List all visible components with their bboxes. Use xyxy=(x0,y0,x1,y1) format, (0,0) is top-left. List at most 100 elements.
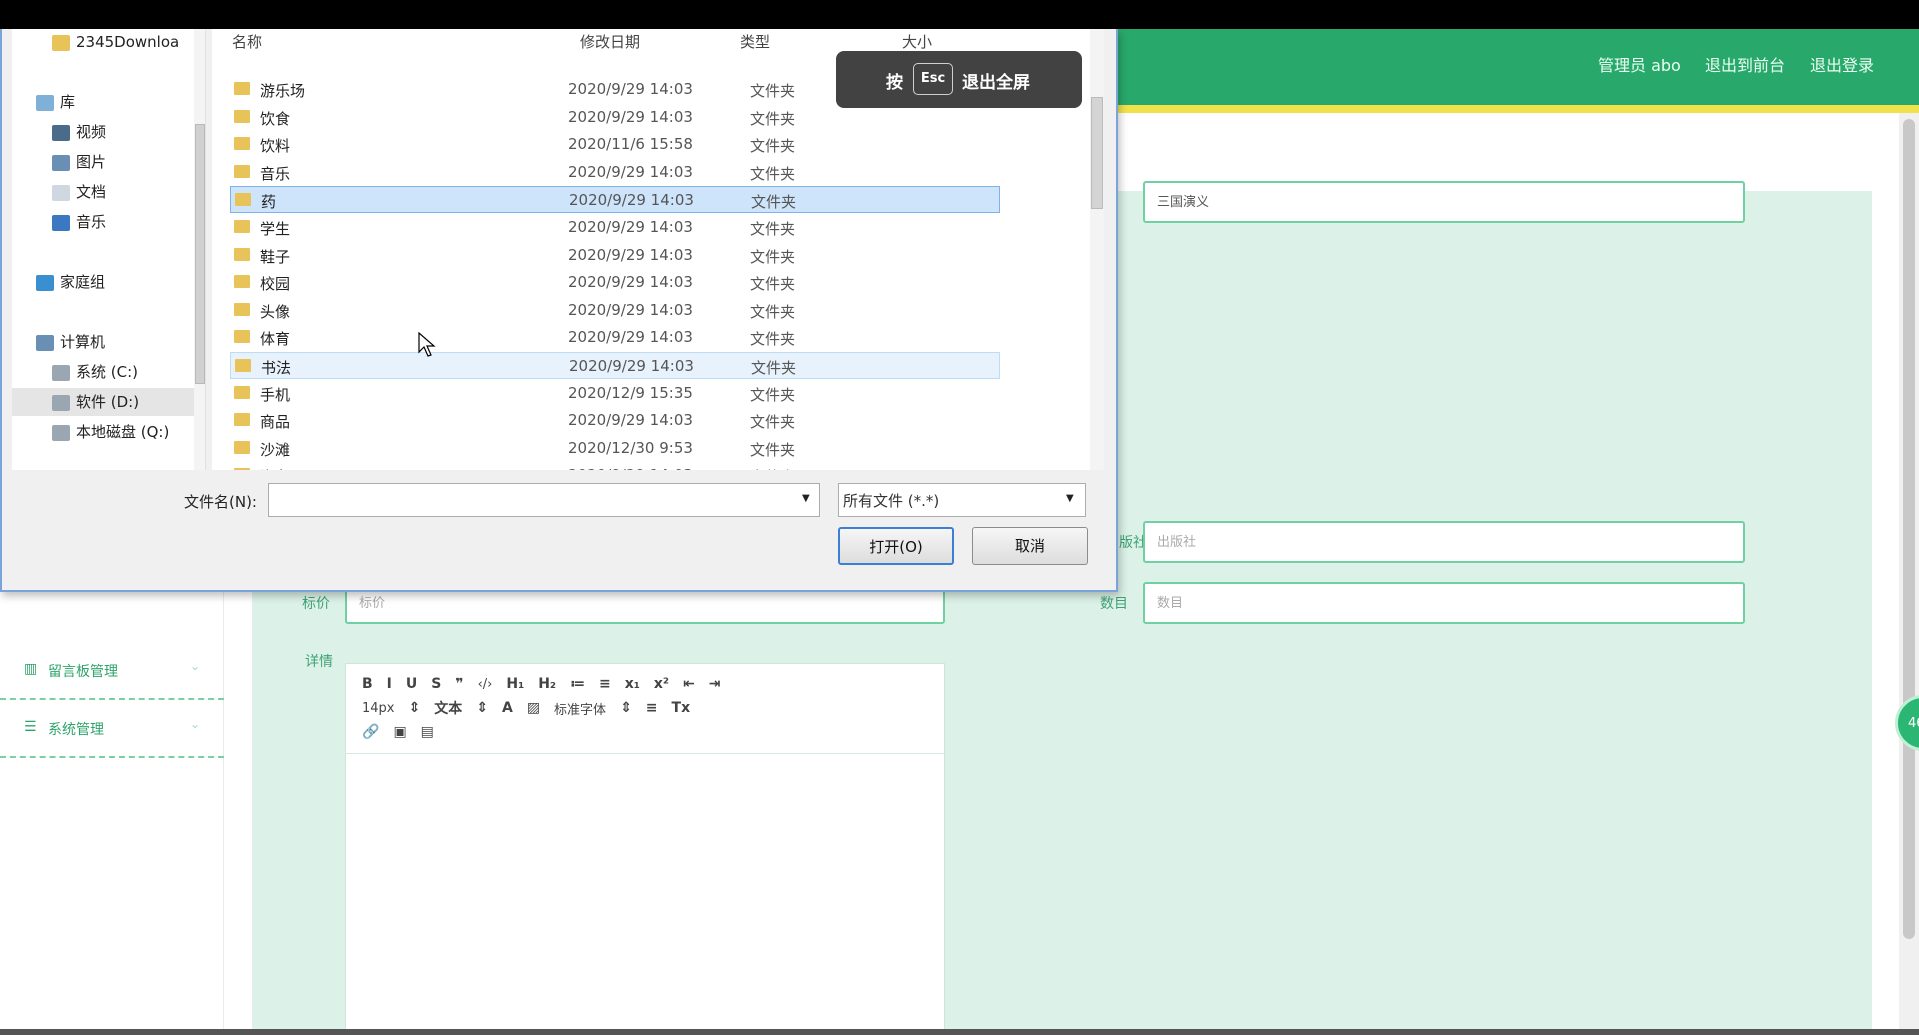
font-color-button[interactable]: A xyxy=(502,700,513,716)
image-icon[interactable]: ▣ xyxy=(393,724,406,740)
file-row[interactable]: 头像 2020/9/29 14:03 文件夹 xyxy=(230,297,1000,324)
link-icon[interactable]: 🔗 xyxy=(362,724,379,740)
file-row[interactable]: 校园 2020/9/29 14:03 文件夹 xyxy=(230,269,1000,296)
publisher-input[interactable]: 出版社 xyxy=(1143,521,1745,563)
strike-button[interactable]: S xyxy=(431,676,441,692)
align-button[interactable]: ≡ xyxy=(646,700,658,716)
filename-label: 文件名(N): xyxy=(184,493,257,511)
nav-item-label: 库 xyxy=(60,93,76,111)
page-scrollbar[interactable] xyxy=(1899,113,1919,1029)
file-row[interactable]: 体育 2020/9/29 14:03 文件夹 xyxy=(230,324,1000,351)
chevron-down-icon: ⌄ xyxy=(190,659,201,673)
file-type: 文件夹 xyxy=(750,275,796,294)
editor-toolbar-row: 🔗 ▣ ▤ xyxy=(362,720,928,744)
dropdown-arrow-icon[interactable]: ▼ xyxy=(1066,493,1074,504)
file-date: 2020/9/29 14:03 xyxy=(568,300,693,319)
file-date: 2020/11/6 15:58 xyxy=(568,135,693,154)
font-family-arrow-icon[interactable]: ⇕ xyxy=(620,700,632,716)
h2-button[interactable]: H₂ xyxy=(538,676,556,692)
column-header-size[interactable]: 大小 xyxy=(902,31,932,52)
nav-item[interactable]: 视频 xyxy=(12,118,194,146)
file-name: 头像 xyxy=(260,302,291,321)
file-type: 文件夹 xyxy=(750,220,796,238)
file-row[interactable]: 学生 2020/9/29 14:03 文件夹 xyxy=(230,214,1000,241)
admin-user-link[interactable]: 管理员 abo xyxy=(1598,52,1681,76)
logout-link[interactable]: 退出登录 xyxy=(1810,52,1874,76)
file-row[interactable]: 商品 2020/9/29 14:03 文件夹 xyxy=(230,407,1000,434)
file-row[interactable]: 手机 2020/12/9 15:35 文件夹 xyxy=(230,380,1000,407)
file-row[interactable]: 药 2020/9/29 14:03 文件夹 xyxy=(230,186,1000,214)
nav-item[interactable]: 软件 (D:) xyxy=(12,388,194,416)
document-icon xyxy=(52,184,70,201)
nav-item[interactable]: 家庭组 xyxy=(12,268,194,296)
column-header-type[interactable]: 类型 xyxy=(740,31,770,52)
underline-button[interactable]: U xyxy=(406,676,417,692)
file-list-scrollbar[interactable] xyxy=(1090,29,1104,470)
nav-item[interactable]: 音乐 xyxy=(12,208,194,236)
folder-icon xyxy=(234,302,250,316)
outdent-button[interactable]: ⇤ xyxy=(683,676,695,692)
nav-item[interactable]: 库 xyxy=(12,88,194,116)
nav-item[interactable]: 本地磁盘 (Q:) xyxy=(12,418,194,446)
text-style-arrow-icon[interactable]: ⇕ xyxy=(476,700,488,716)
sidebar-item-label: 留言板管理 xyxy=(48,664,118,680)
editor-body[interactable] xyxy=(346,756,944,1029)
file-list-scrollbar-thumb[interactable] xyxy=(1091,97,1103,209)
bold-button[interactable]: B xyxy=(362,676,373,692)
dropdown-arrow-icon[interactable]: ▼ xyxy=(802,493,810,504)
file-type: 文件夹 xyxy=(751,193,797,212)
ordered-list-button[interactable]: ≔ xyxy=(570,676,585,692)
nav-item[interactable]: 文档 xyxy=(12,178,194,206)
nav-pane-scrollbar-thumb[interactable] xyxy=(195,124,205,384)
nav-item-label: 软件 (D:) xyxy=(76,393,140,411)
font-family-select[interactable]: 标准字体 xyxy=(554,699,606,718)
nav-pane-scrollbar[interactable] xyxy=(194,29,205,470)
bullet-list-button[interactable]: ≡ xyxy=(599,676,611,692)
nav-item-label: 系统 (C:) xyxy=(76,363,138,381)
homegroup-icon xyxy=(36,274,54,291)
nav-item-label: 本地磁盘 (Q:) xyxy=(76,423,170,441)
folder-icon xyxy=(234,82,250,95)
h1-button[interactable]: H₁ xyxy=(506,676,524,692)
file-name: 书法 xyxy=(261,359,292,377)
font-size-select[interactable]: 14px xyxy=(362,701,395,716)
text-style-select[interactable]: 文本 xyxy=(434,698,462,718)
file-row[interactable]: 音乐 2020/9/29 14:03 文件夹 xyxy=(230,159,1000,186)
nav-item[interactable]: 计算机 xyxy=(12,328,194,356)
filetype-select[interactable]: 所有文件 (*.*) ▼ xyxy=(838,483,1086,517)
filename-input[interactable]: ▼ xyxy=(268,483,820,517)
file-date: 2020/9/29 14:03 xyxy=(568,107,693,126)
subscript-button[interactable]: x₁ xyxy=(625,676,640,692)
quote-button[interactable]: ❞ xyxy=(455,676,463,692)
sidebar-item-message-board[interactable]: ▥ 留言板管理 ⌄ xyxy=(0,642,224,700)
video-icon[interactable]: ▤ xyxy=(421,724,434,740)
page-scrollbar-thumb[interactable] xyxy=(1903,119,1915,939)
file-row[interactable]: 沙滩 2020/12/30 9:53 文件夹 xyxy=(230,435,1000,462)
file-type: 文件夹 xyxy=(750,109,796,128)
open-button[interactable]: 打开(O) xyxy=(838,527,954,565)
file-row[interactable]: 汽车 2020/9/29 14:03 文件夹 xyxy=(230,462,1000,470)
sidebar-item-system[interactable]: ☰ 系统管理 ⌄ xyxy=(0,700,224,758)
quantity-input[interactable]: 数目 xyxy=(1143,582,1745,624)
nav-item[interactable]: 系统 (C:) xyxy=(12,358,194,386)
indent-button[interactable]: ⇥ xyxy=(709,676,721,692)
editor-toolbar-row: 14px ⇕ 文本 ⇕ A ▨ 标准字体 ⇕ ≡ Tx xyxy=(362,696,928,720)
nav-item[interactable]: 图片 xyxy=(12,148,194,176)
italic-button[interactable]: I xyxy=(387,676,392,692)
file-row[interactable]: 书法 2020/9/29 14:03 文件夹 xyxy=(230,352,1000,379)
file-row[interactable]: 鞋子 2020/9/29 14:03 文件夹 xyxy=(230,242,1000,269)
superscript-button[interactable]: x² xyxy=(654,676,669,692)
file-row[interactable]: 饮料 2020/11/6 15:58 文件夹 xyxy=(230,131,1000,158)
code-button[interactable]: ‹/› xyxy=(478,677,493,692)
background-color-button[interactable]: ▨ xyxy=(527,700,540,716)
column-header-name[interactable]: 名称 xyxy=(232,31,262,52)
cancel-button[interactable]: 取消 xyxy=(972,527,1088,565)
font-size-arrow-icon[interactable]: ⇕ xyxy=(409,700,421,716)
exit-to-frontend-link[interactable]: 退出到前台 xyxy=(1705,52,1785,76)
nav-item[interactable]: 2345Downloa xyxy=(12,29,194,56)
file-type: 文件夹 xyxy=(750,413,796,432)
quantity-label: 数目 xyxy=(1100,596,1128,612)
clear-format-button[interactable]: Tx xyxy=(672,700,691,716)
column-header-date[interactable]: 修改日期 xyxy=(580,31,640,52)
book-name-input[interactable]: 三国演义 xyxy=(1143,181,1745,223)
